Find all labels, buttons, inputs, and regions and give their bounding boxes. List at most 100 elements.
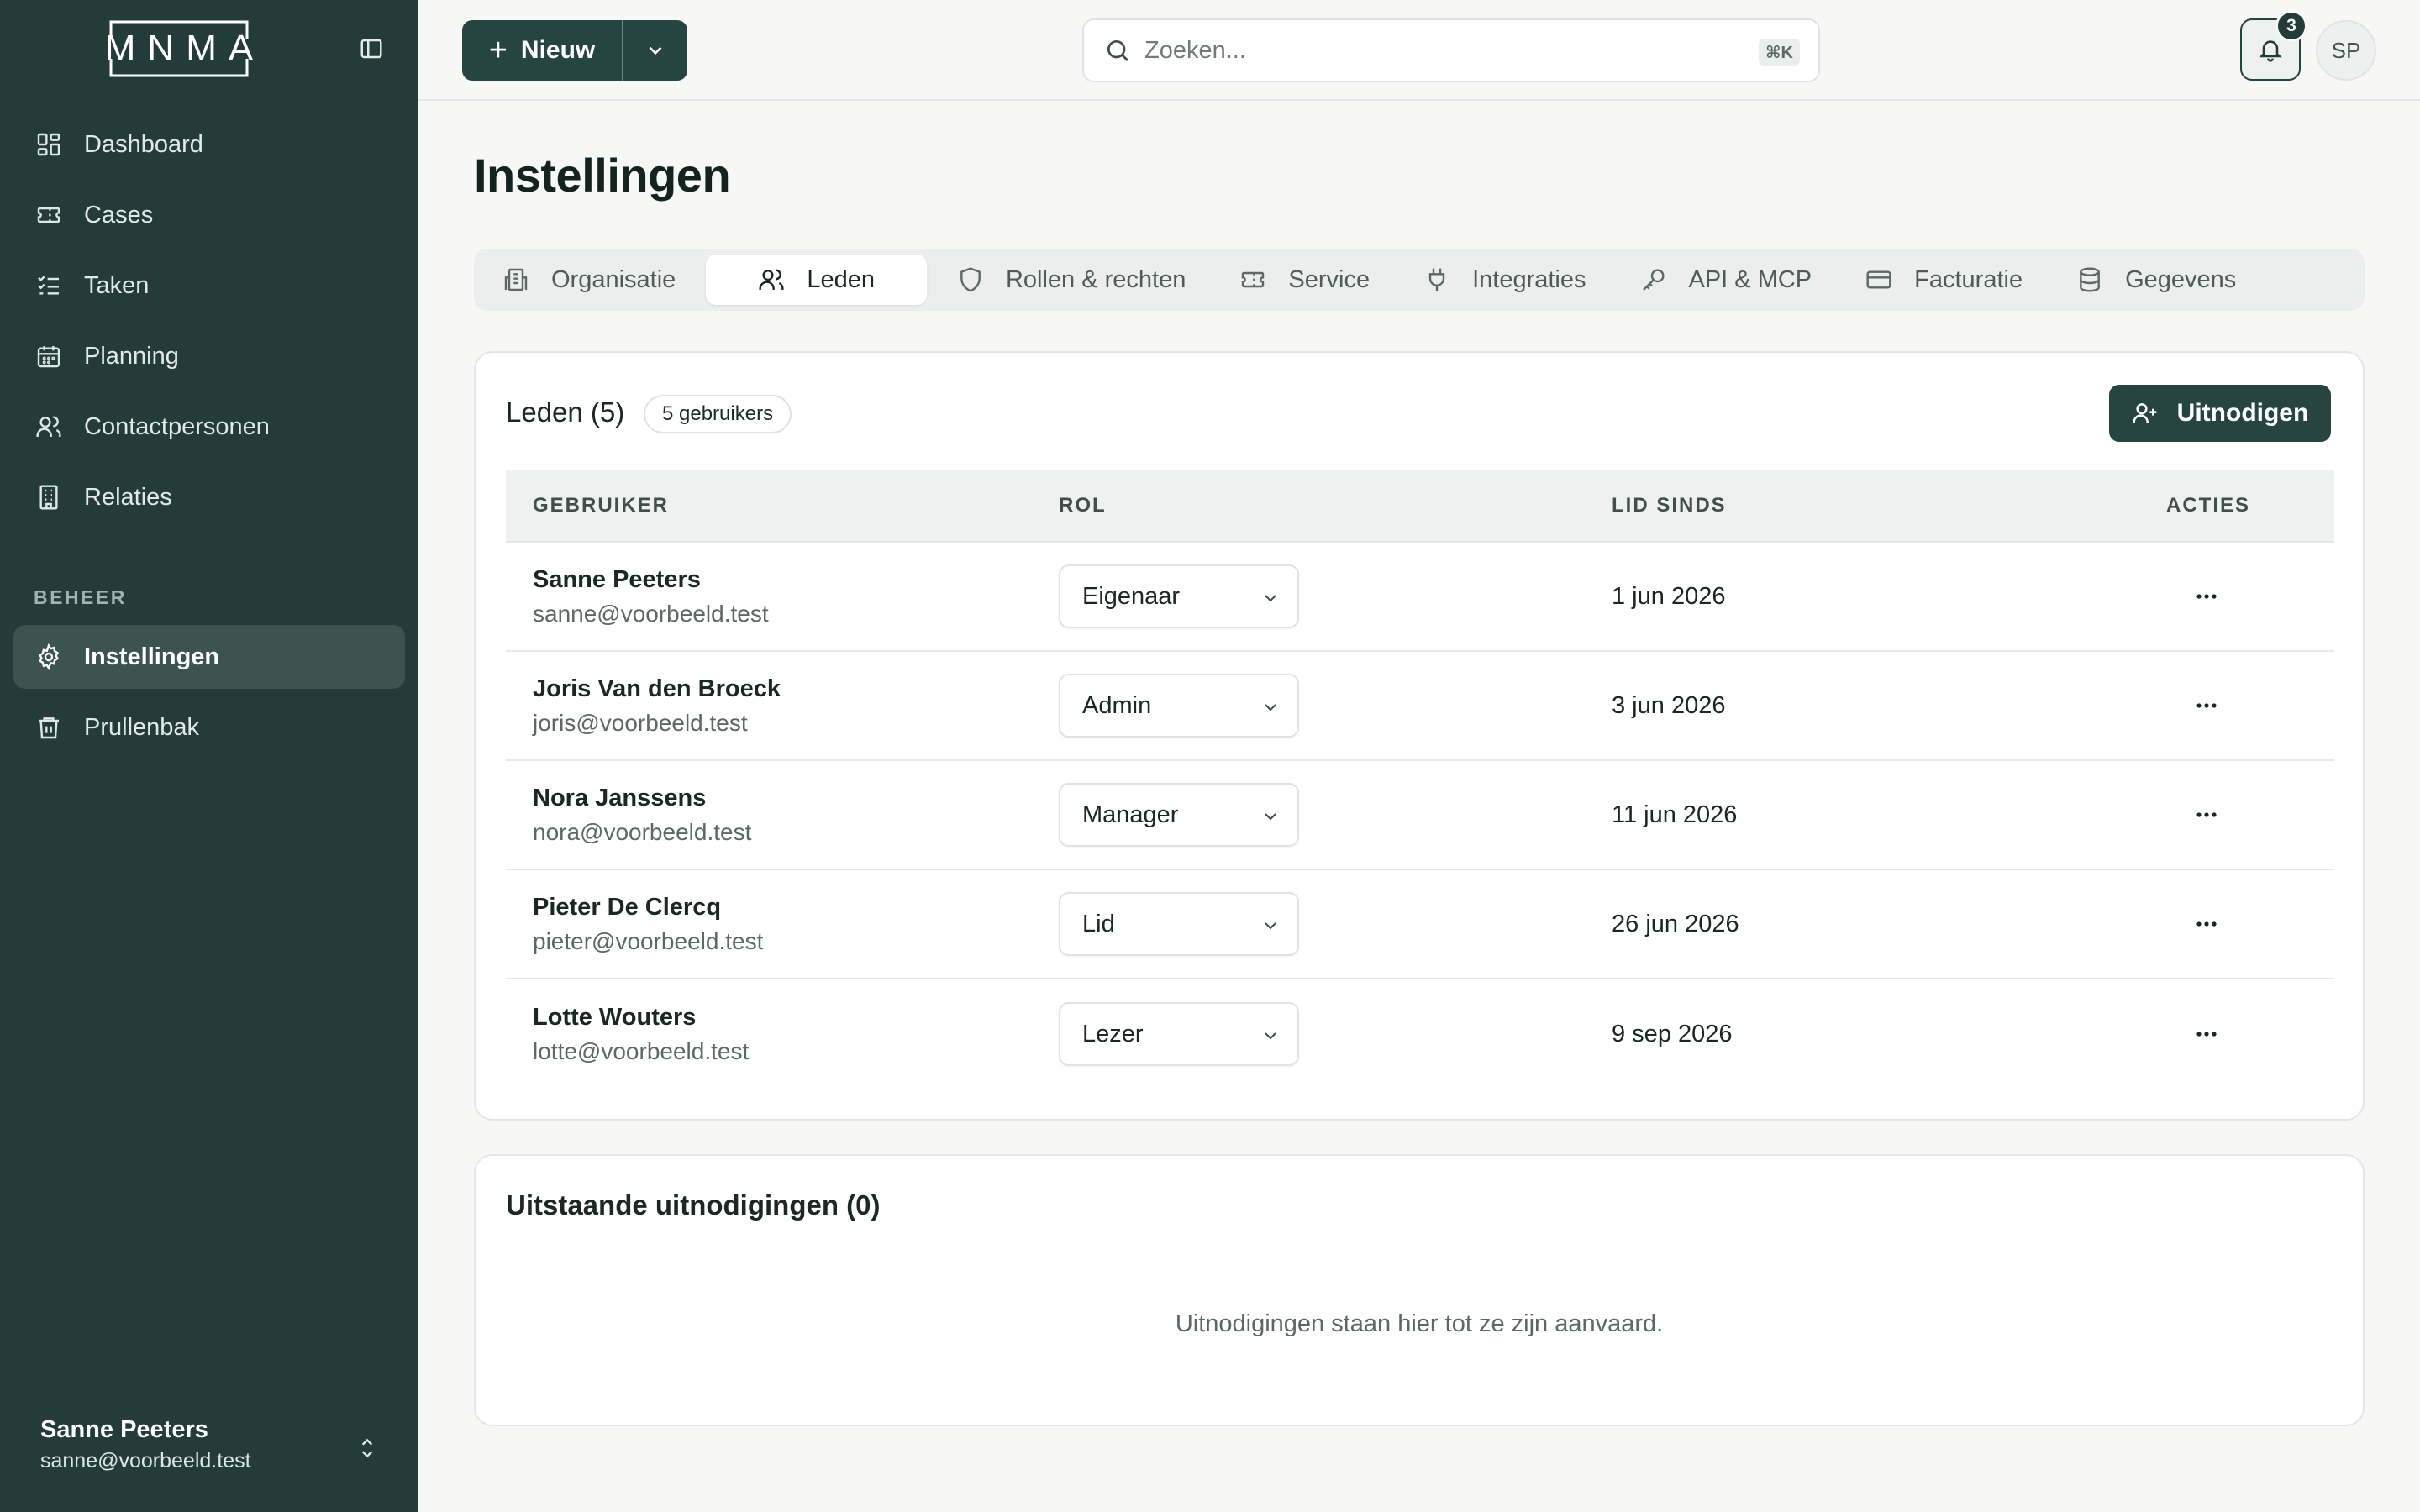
sidebar-item-instellingen[interactable]: Instellingen — [13, 625, 405, 689]
tab-rollen-rechten[interactable]: Rollen & rechten — [934, 255, 1209, 305]
more-horizontal-icon — [2196, 1032, 2217, 1037]
member-name: Lotte Wouters — [533, 1003, 697, 1031]
member-email: nora@voorbeeld.test — [533, 818, 752, 845]
search-input[interactable] — [1144, 36, 1733, 65]
member-email: sanne@voorbeeld.test — [533, 600, 769, 627]
member-name: Joris Van den Broeck — [533, 675, 781, 702]
sidebar-item-dashboard[interactable]: Dashboard — [13, 113, 405, 176]
building-icon — [502, 266, 529, 293]
sidebar-item-contactpersonen[interactable]: Contactpersonen — [13, 395, 405, 459]
sidebar-item-taken[interactable]: Taken — [13, 254, 405, 318]
more-actions-button[interactable] — [2186, 576, 2227, 617]
more-horizontal-icon — [2196, 921, 2217, 927]
sidebar-admin-nav: Instellingen Prullenbak — [13, 625, 405, 766]
member-since: 26 jun 2026 — [1612, 910, 1739, 937]
sidebar-item-label: Contactpersonen — [84, 412, 270, 440]
chevron-down-icon — [649, 46, 662, 55]
table-header: GEBRUIKER ROL LID SINDS ACTIES — [506, 470, 2334, 543]
avatar[interactable]: SP — [2316, 20, 2376, 81]
sidebar-item-label: Relaties — [84, 483, 172, 511]
sidebar-item-label: Dashboard — [84, 130, 203, 158]
sidebar-item-cases[interactable]: Cases — [13, 183, 405, 247]
role-value: Lid — [1082, 910, 1115, 937]
tab-api-mcp[interactable]: API & MCP — [1617, 255, 1836, 305]
tab-label: Leden — [807, 265, 875, 293]
sidebar-item-prullenbak[interactable]: Prullenbak — [13, 696, 405, 759]
column-header-role: ROL — [1059, 494, 1107, 517]
more-horizontal-icon — [2196, 812, 2217, 817]
logo-text: MNMA — [104, 28, 266, 69]
chevron-down-icon — [1260, 1026, 1281, 1046]
plug-icon — [1423, 266, 1450, 293]
table-row: Pieter De Clercq pieter@voorbeeld.test L… — [506, 870, 2334, 979]
topbar: + Nieuw ⌘K 3 SP — [418, 0, 2420, 101]
more-actions-button[interactable] — [2186, 685, 2227, 726]
chevron-down-icon — [1260, 588, 1281, 608]
sidebar-toggle-button[interactable] — [358, 35, 385, 62]
sidebar-item-relaties[interactable]: Relaties — [13, 465, 405, 529]
users-icon — [758, 266, 785, 293]
member-since: 11 jun 2026 — [1612, 801, 1738, 828]
plus-icon: + — [488, 33, 508, 68]
notification-count-badge: 3 — [2275, 10, 2307, 42]
trash-icon — [34, 712, 64, 743]
search-shortcut: ⌘K — [1759, 39, 1800, 66]
role-value: Manager — [1082, 801, 1179, 828]
notifications-button[interactable]: 3 — [2240, 10, 2307, 81]
tab-label: Facturatie — [1914, 265, 2023, 293]
more-actions-button[interactable] — [2186, 904, 2227, 944]
member-email: joris@voorbeeld.test — [533, 709, 748, 736]
more-horizontal-icon — [2196, 594, 2217, 599]
members-table: GEBRUIKER ROL LID SINDS ACTIES Sanne Pee… — [506, 470, 2334, 1089]
invite-button[interactable]: Uitnodigen — [2109, 385, 2331, 442]
role-value: Eigenaar — [1082, 582, 1181, 610]
member-since: 3 jun 2026 — [1612, 691, 1726, 719]
logo[interactable]: MNMA — [105, 20, 253, 77]
role-select[interactable]: Lid — [1059, 892, 1299, 956]
members-count-badge: 5 gebruikers — [644, 395, 792, 433]
tab-integraties[interactable]: Integraties — [1400, 255, 1609, 305]
role-value: Lezer — [1082, 1020, 1144, 1047]
tab-label: Integraties — [1472, 265, 1586, 293]
ticket-icon — [1239, 266, 1266, 293]
sidebar-item-planning[interactable]: Planning — [13, 324, 405, 388]
tab-label: Service — [1288, 265, 1370, 293]
more-actions-button[interactable] — [2186, 795, 2227, 835]
sidebar-user-menu[interactable]: Sanne Peeters sanne@voorbeeld.test — [40, 1416, 385, 1478]
sidebar-item-label: Instellingen — [84, 643, 220, 670]
role-select[interactable]: Admin — [1059, 674, 1299, 738]
sidebar-item-label: Prullenbak — [84, 713, 200, 741]
tab-organisatie[interactable]: Organisatie — [479, 255, 699, 305]
credit-card-icon — [1865, 266, 1892, 293]
tab-service[interactable]: Service — [1216, 255, 1393, 305]
table-row: Lotte Wouters lotte@voorbeeld.test Lezer… — [506, 979, 2334, 1089]
new-dropdown-button[interactable] — [623, 20, 687, 81]
role-select[interactable]: Eigenaar — [1059, 564, 1299, 628]
calendar-icon — [34, 341, 64, 371]
role-value: Admin — [1082, 691, 1152, 719]
new-button[interactable]: + Nieuw — [462, 20, 623, 81]
tab-leden[interactable]: Leden — [706, 255, 927, 305]
more-horizontal-icon — [2196, 703, 2217, 708]
more-actions-button[interactable] — [2186, 1014, 2227, 1054]
role-select[interactable]: Manager — [1059, 783, 1299, 847]
member-since: 9 sep 2026 — [1612, 1020, 1733, 1047]
search-bar: ⌘K — [1082, 18, 1820, 82]
tasks-icon — [34, 270, 64, 301]
tab-label: Organisatie — [551, 265, 676, 293]
tab-facturatie[interactable]: Facturatie — [1842, 255, 2046, 305]
column-header-user: GEBRUIKER — [533, 494, 670, 517]
chevron-down-icon — [1260, 697, 1281, 717]
member-email: pieter@voorbeeld.test — [533, 927, 764, 954]
panel-left-icon — [360, 39, 382, 59]
bell-icon — [2259, 40, 2282, 62]
chevrons-up-down-icon — [356, 1435, 378, 1468]
tab-gegevens[interactable]: Gegevens — [2053, 255, 2260, 305]
sidebar: MNMA Dashboard Cases Taken Planning Cont… — [0, 0, 418, 1512]
sidebar-item-label: Planning — [84, 342, 179, 370]
page-title: Instellingen — [474, 149, 731, 202]
users-icon — [34, 412, 64, 442]
tab-label: API & MCP — [1688, 265, 1812, 293]
ticket-icon — [34, 200, 64, 230]
role-select[interactable]: Lezer — [1059, 1002, 1299, 1066]
